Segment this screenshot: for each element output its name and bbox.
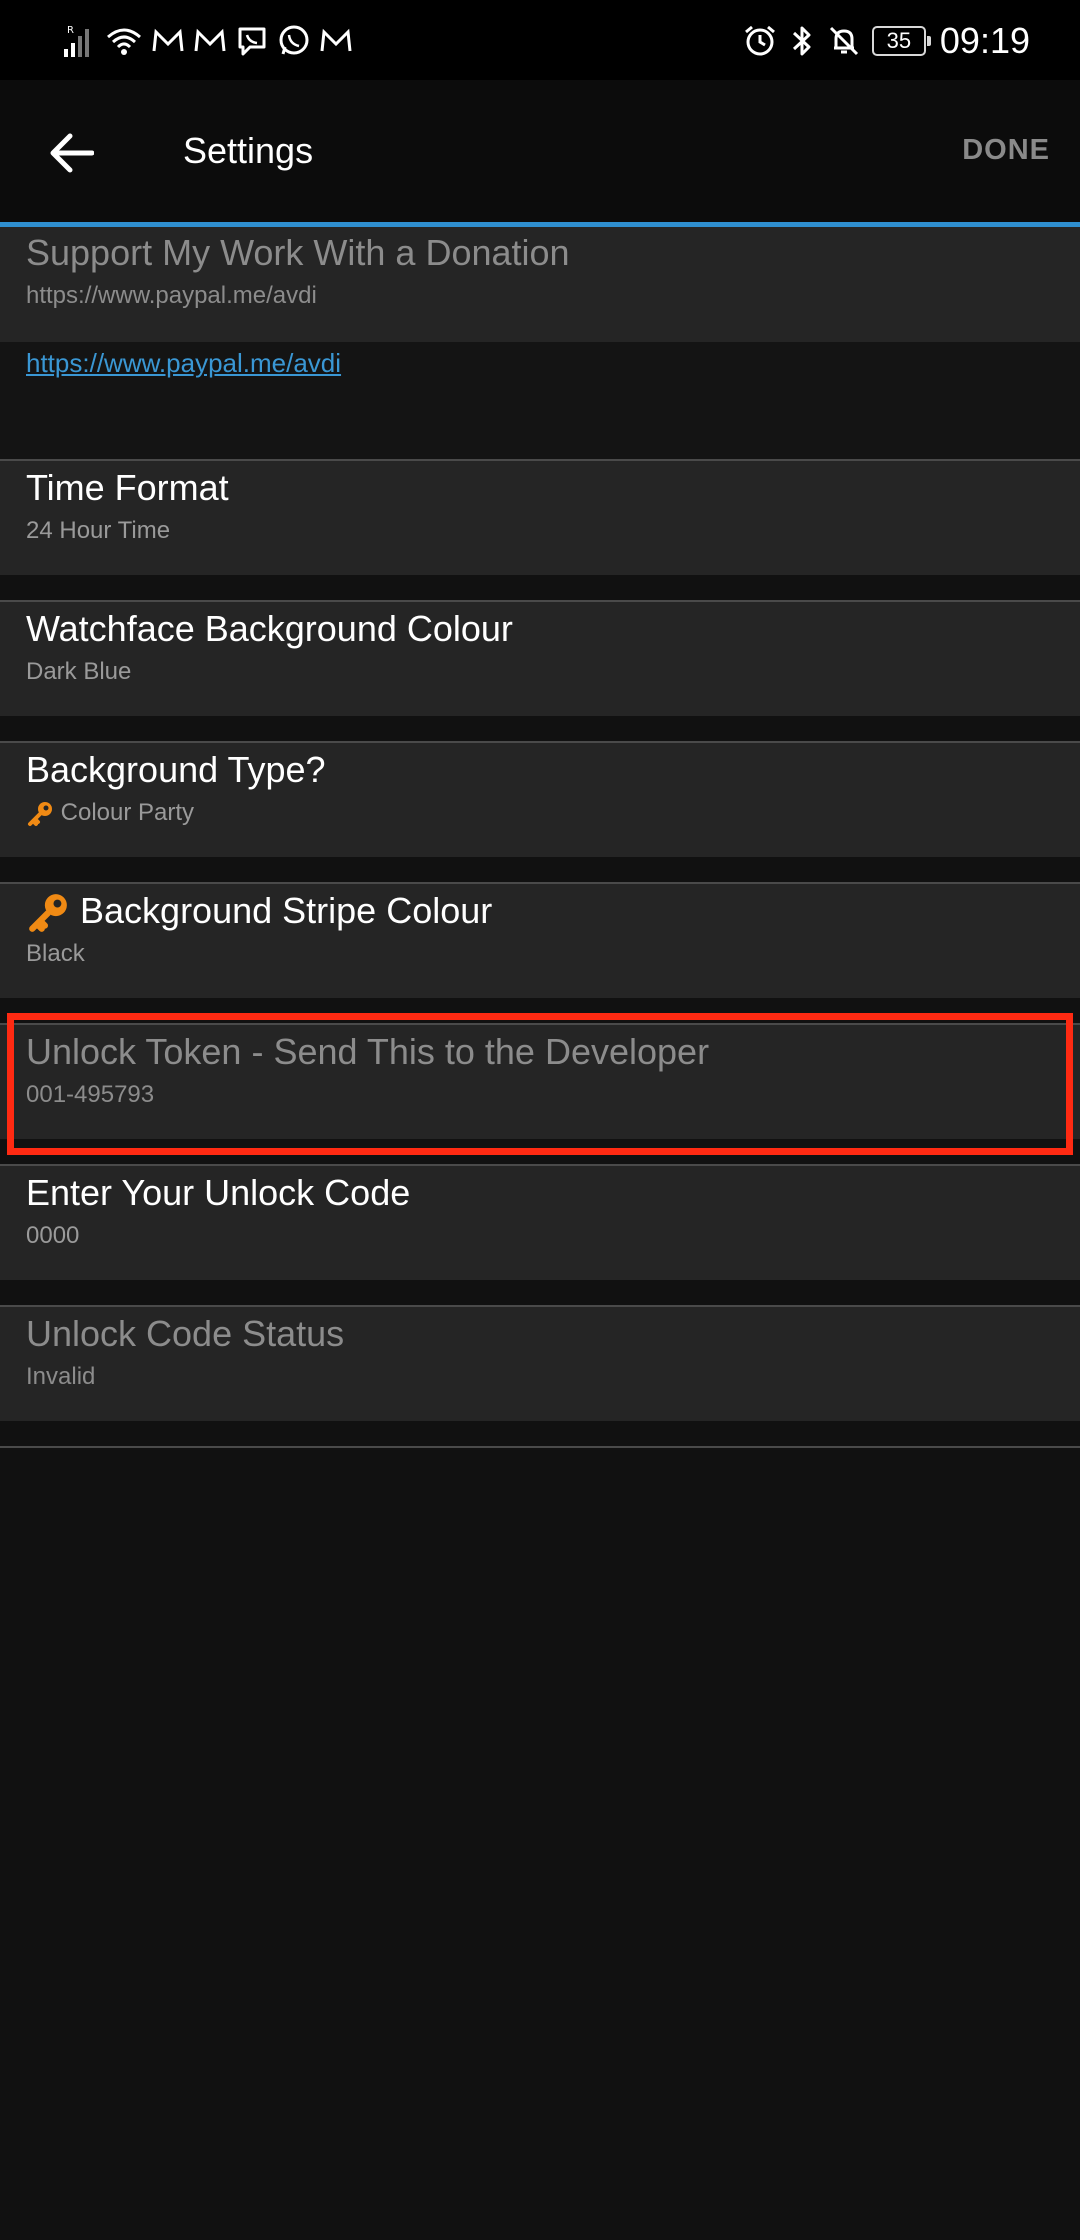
- alarm-icon: [742, 23, 778, 59]
- bluetooth-icon: [788, 23, 816, 59]
- pref-summary: Black: [26, 940, 85, 967]
- viber-icon: [234, 23, 270, 59]
- paypal-link[interactable]: https://www.paypal.me/avdi: [26, 348, 341, 379]
- list-end-divider: [0, 1446, 1080, 1448]
- signal-icon: R: [62, 23, 98, 59]
- arrow-left-icon: [50, 133, 94, 173]
- pref-summary: 001-495793: [26, 1081, 155, 1108]
- key-icon: [29, 894, 67, 933]
- pref-summary: 0000: [26, 1222, 80, 1249]
- pref-unlock-code-status: Unlock Code Status Invalid: [0, 1305, 1080, 1421]
- pref-title: Background Type?: [26, 749, 326, 790]
- done-button[interactable]: DONE: [962, 134, 1050, 167]
- status-bar-left: R: [62, 16, 354, 66]
- pref-enter-unlock-code[interactable]: Enter Your Unlock Code 0000: [0, 1164, 1080, 1280]
- pref-title: Unlock Code Status: [26, 1313, 345, 1354]
- pref-background-stripe-colour[interactable]: Background Stripe Colour Black: [0, 882, 1080, 998]
- pref-summary-row: Colour Party: [26, 799, 194, 828]
- pref-time-format[interactable]: Time Format 24 Hour Time: [0, 459, 1080, 575]
- status-bar: R 35 09:19: [0, 0, 1080, 80]
- pref-title: Unlock Token - Send This to the Develope…: [26, 1031, 710, 1072]
- pref-title: Support My Work With a Donation: [26, 232, 570, 273]
- mail-icon: [150, 23, 186, 59]
- key-icon: [28, 801, 52, 826]
- svg-text:R: R: [67, 25, 74, 36]
- pref-summary: Colour Party: [60, 799, 195, 826]
- back-button[interactable]: [30, 112, 112, 194]
- pref-title: Watchface Background Colour: [26, 608, 513, 649]
- whatsapp-icon: [276, 23, 312, 59]
- pref-watchface-background-colour[interactable]: Watchface Background Colour Dark Blue: [0, 600, 1080, 716]
- mail-icon: [318, 23, 354, 59]
- pref-summary: Invalid: [26, 1363, 96, 1390]
- bell-off-icon: [826, 23, 862, 59]
- pref-background-type[interactable]: Background Type? Colour Party: [0, 741, 1080, 857]
- status-bar-right: 35 09:19: [742, 16, 1030, 66]
- pref-summary: Dark Blue: [26, 658, 132, 685]
- pref-title: Background Stripe Colour: [80, 890, 493, 931]
- battery-icon: 35: [871, 26, 931, 56]
- pref-title: Enter Your Unlock Code: [26, 1172, 411, 1213]
- donation-link-block: https://www.paypal.me/avdi: [0, 342, 1080, 459]
- pref-unlock-token: Unlock Token - Send This to the Develope…: [0, 1023, 1080, 1139]
- app-bar: [0, 80, 1080, 222]
- pref-title: Time Format: [26, 467, 229, 508]
- wifi-icon: [104, 23, 144, 59]
- pref-title-row: Background Stripe Colour: [26, 890, 492, 935]
- mail-icon: [192, 23, 228, 59]
- pref-summary: https://www.paypal.me/avdi: [26, 282, 317, 309]
- clock-time: 09:19: [939, 20, 1030, 61]
- pref-donation: Support My Work With a Donation https://…: [0, 227, 1080, 342]
- page-title: Settings: [183, 130, 314, 171]
- pref-summary: 24 Hour Time: [26, 517, 171, 544]
